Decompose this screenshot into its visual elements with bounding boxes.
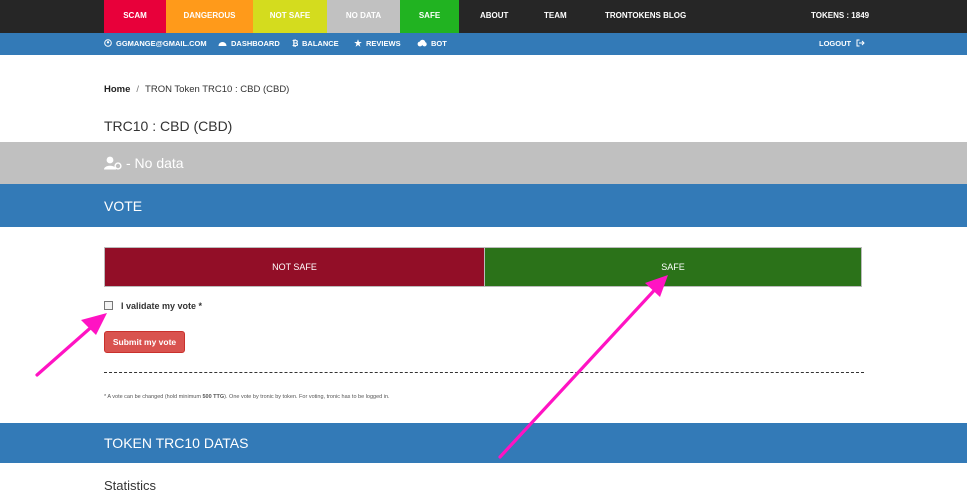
bitcoin-icon: ₿ xyxy=(292,39,299,48)
logout-label: LOGOUT xyxy=(819,39,852,48)
breadcrumb-separator: / xyxy=(136,84,140,95)
nav-logout[interactable]: LOGOUT xyxy=(819,33,865,55)
vote-heading: VOTE xyxy=(104,198,143,214)
dashboard-label: DASHBOARD xyxy=(231,39,280,48)
breadcrumb-home[interactable]: Home xyxy=(104,84,130,95)
balance-label: BALANCE xyxy=(302,39,339,48)
token-datas-heading: TOKEN TRC10 DATAS xyxy=(104,435,249,451)
vote-not-safe-button[interactable]: NOT SAFE xyxy=(105,248,485,286)
breadcrumb-current: TRON Token TRC10 : CBD (CBD) xyxy=(145,84,290,95)
annotation-arrowhead-checkbox xyxy=(81,313,107,335)
user-navbar: GGMANGE@GMAIL.COM DASHBOARD ₿ BALANCE REV… xyxy=(0,33,967,55)
reviews-label: REVIEWS xyxy=(366,39,401,48)
sign-out-icon xyxy=(856,39,865,47)
cloud-icon xyxy=(417,39,427,47)
top-navbar: SCAM DANGEROUS NOT SAFE NO DATA SAFE ABO… xyxy=(0,0,967,33)
vote-options: NOT SAFE SAFE xyxy=(104,247,862,287)
vote-section-header: VOTE xyxy=(0,184,967,227)
star-icon xyxy=(354,39,362,47)
tokens-count[interactable]: TOKENS : 1849 xyxy=(811,0,869,33)
nav-category-not-safe[interactable]: NOT SAFE xyxy=(253,0,327,33)
divider xyxy=(104,372,864,373)
nav-category-safe[interactable]: SAFE xyxy=(400,0,459,33)
nav-reviews[interactable]: REVIEWS xyxy=(354,33,401,55)
bot-label: BOT xyxy=(431,39,447,48)
nav-bot[interactable]: BOT xyxy=(417,33,447,55)
nav-user-email[interactable]: GGMANGE@GMAIL.COM xyxy=(104,33,207,55)
annotation-arrow-checkbox xyxy=(35,321,98,377)
page-title: TRC10 : CBD (CBD) xyxy=(104,118,233,134)
token-status-text: - No data xyxy=(126,155,184,171)
nav-blog[interactable]: TRONTOKENS BLOG xyxy=(605,0,686,33)
user-circle-icon xyxy=(104,39,112,47)
user-status-icon xyxy=(104,156,122,170)
validate-vote-checkbox[interactable] xyxy=(104,301,113,310)
breadcrumb: Home / TRON Token TRC10 : CBD (CBD) xyxy=(104,84,289,95)
nav-about[interactable]: ABOUT xyxy=(480,0,508,33)
statistics-heading: Statistics xyxy=(104,478,157,493)
nav-balance[interactable]: ₿ BALANCE xyxy=(292,33,339,55)
nav-category-dangerous[interactable]: DANGEROUS xyxy=(166,0,253,33)
dashboard-icon xyxy=(218,42,227,46)
nav-category-scam[interactable]: SCAM xyxy=(104,0,166,33)
nav-category-no-data[interactable]: NO DATA xyxy=(327,0,400,33)
validate-vote-row: I validate my vote * xyxy=(104,301,202,311)
validate-vote-label[interactable]: I validate my vote * xyxy=(121,301,202,311)
vote-safe-button[interactable]: SAFE xyxy=(485,248,861,286)
nav-team[interactable]: TEAM xyxy=(544,0,567,33)
vote-note: * A vote can be changed (hold minimum 50… xyxy=(104,394,390,400)
token-datas-section-header: TOKEN TRC10 DATAS xyxy=(0,423,967,463)
user-email-label: GGMANGE@GMAIL.COM xyxy=(116,39,207,48)
svg-text:₿: ₿ xyxy=(292,39,298,47)
submit-vote-button[interactable]: Submit my vote xyxy=(104,331,185,353)
nav-dashboard[interactable]: DASHBOARD xyxy=(218,33,280,55)
token-status-band: - No data xyxy=(0,142,967,184)
